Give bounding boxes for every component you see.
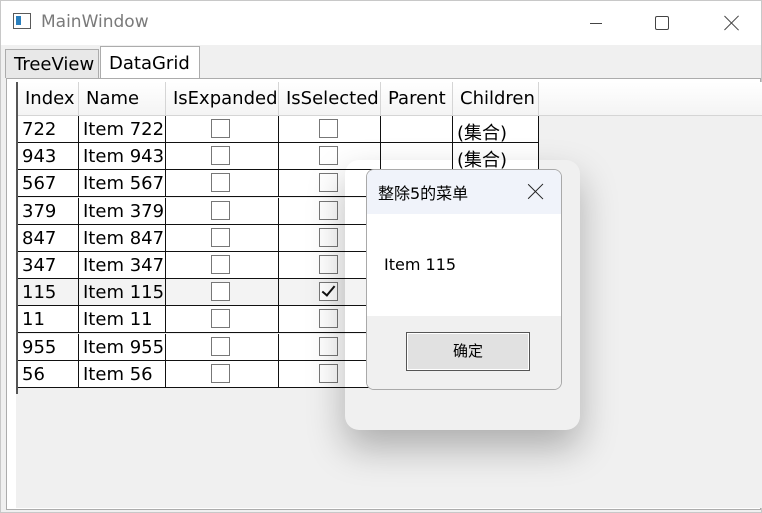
close-button[interactable] [709,1,755,45]
cell-isexpanded[interactable] [166,360,279,388]
column-header-index[interactable]: Index [18,82,79,116]
isselected-checkbox[interactable] [319,363,338,383]
cell-children[interactable]: (集合) [453,116,539,143]
isexpanded-checkbox[interactable] [211,255,230,274]
cell-index[interactable]: 847 [18,224,79,252]
cell-isexpanded[interactable] [166,197,279,225]
column-header-filler [539,82,762,116]
isexpanded-checkbox[interactable] [211,173,230,193]
dialog-message: Item 115 [384,255,457,274]
cell-name[interactable]: Item 847 [79,224,166,252]
cell-isexpanded[interactable] [166,143,279,171]
cell-name[interactable]: Item 11 [79,306,166,334]
cell-name[interactable]: Item 379 [79,197,166,225]
cell-parent[interactable] [381,116,453,143]
isexpanded-checkbox[interactable] [211,282,230,302]
cell-index[interactable]: 379 [18,197,79,225]
cell-isexpanded[interactable] [166,333,279,361]
isselected-checkbox[interactable] [319,200,338,220]
cell-name[interactable]: Item 347 [79,252,166,279]
dialog-close-icon[interactable] [521,178,551,206]
isexpanded-checkbox[interactable] [211,119,230,138]
cell-isexpanded[interactable] [166,170,279,198]
isexpanded-checkbox[interactable] [211,336,230,356]
cell-index[interactable]: 955 [18,333,79,361]
window-title: MainWindow [41,12,149,32]
cell-isexpanded[interactable] [166,224,279,252]
cell-name[interactable]: Item 567 [79,170,166,198]
cell-index[interactable]: 347 [18,252,79,279]
table-row[interactable]: 722 Item 722 (集合) [18,116,539,143]
column-header-name[interactable]: Name [79,82,166,116]
cell-name[interactable]: Item 943 [79,143,166,171]
cell-name[interactable]: Item 722 [79,116,166,143]
isselected-checkbox[interactable] [319,173,338,193]
dialog-title-bar[interactable]: 整除5的菜单 [367,170,561,214]
cell-index[interactable]: 722 [18,116,79,143]
cell-isexpanded[interactable] [166,252,279,279]
tab-strip: TreeView DataGrid [1,45,761,79]
isexpanded-checkbox[interactable] [211,146,230,166]
cell-index[interactable]: 115 [18,279,79,307]
cell-index[interactable]: 943 [18,143,79,171]
cell-name[interactable]: Item 115 [79,279,166,307]
minimize-icon [590,22,602,24]
isselected-checkbox[interactable] [319,146,338,166]
isexpanded-checkbox[interactable] [211,309,230,329]
isselected-checkbox[interactable] [319,119,338,138]
title-bar[interactable]: MainWindow [1,1,761,45]
cell-index[interactable]: 567 [18,170,79,198]
cell-name[interactable]: Item 56 [79,360,166,388]
isselected-checkbox[interactable] [319,282,338,302]
minimize-button[interactable] [573,1,619,45]
column-header-isexpanded[interactable]: IsExpanded [166,82,279,116]
column-header-isselected[interactable]: IsSelected [279,82,381,116]
isselected-checkbox[interactable] [319,309,338,329]
maximize-button[interactable] [639,1,685,45]
isselected-checkbox[interactable] [319,336,338,356]
cell-index[interactable]: 56 [18,360,79,388]
cell-index[interactable]: 11 [18,306,79,334]
isselected-checkbox[interactable] [319,227,338,247]
app-window-icon [13,13,31,29]
isexpanded-checkbox[interactable] [211,227,230,247]
cell-name[interactable]: Item 955 [79,333,166,361]
maximize-icon [655,16,669,30]
isselected-checkbox[interactable] [319,255,338,274]
tab-datagrid[interactable]: DataGrid [100,46,200,79]
isexpanded-checkbox[interactable] [211,200,230,220]
close-icon [724,15,740,31]
cell-isselected[interactable] [279,116,381,143]
dialog-title: 整除5的菜单 [378,184,469,203]
cell-isexpanded[interactable] [166,306,279,334]
tab-treeview[interactable]: TreeView [5,49,99,78]
dialog-footer: 确定 [367,316,561,389]
isexpanded-checkbox[interactable] [211,363,230,383]
ok-button[interactable]: 确定 [406,332,530,371]
message-dialog: 整除5的菜单 Item 115 确定 [366,169,562,390]
column-header-parent[interactable]: Parent [381,82,453,116]
column-header-children[interactable]: Children [453,82,539,116]
cell-isexpanded[interactable] [166,279,279,307]
cell-isexpanded[interactable] [166,116,279,143]
